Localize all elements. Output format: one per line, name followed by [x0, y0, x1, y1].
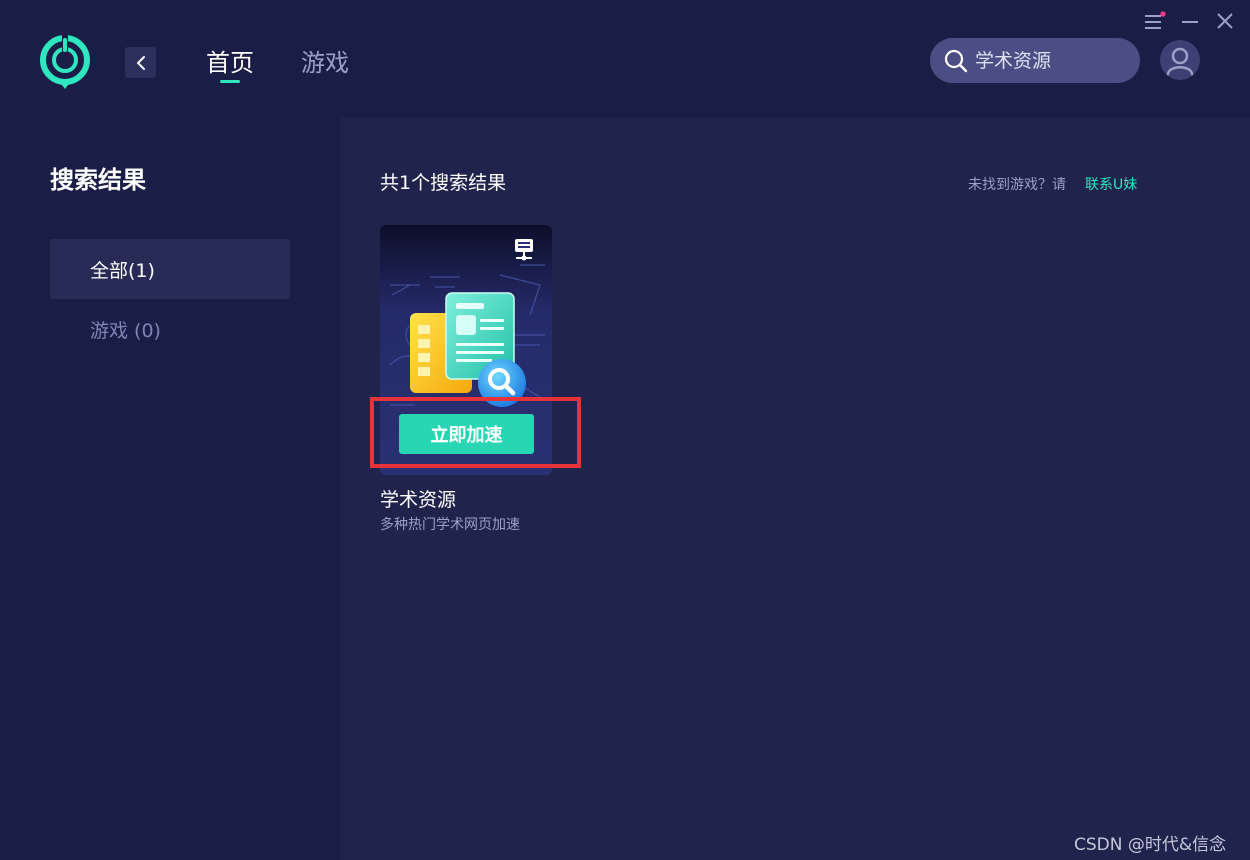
contact-link[interactable]: 联系U妹 — [1085, 174, 1137, 194]
app-header: 首页 游戏 — [0, 0, 1250, 118]
back-chevron-icon — [136, 55, 145, 70]
search-icon — [944, 49, 968, 72]
search-bar[interactable] — [930, 38, 1140, 83]
tab-games[interactable]: 游戏 — [301, 47, 349, 79]
sidebar-title: 搜索结果 — [50, 166, 146, 194]
sidebar-item-label: 全部(1) — [90, 259, 155, 282]
watermark: CSDN @时代&信念 — [1074, 835, 1227, 855]
pc-icon — [515, 239, 533, 261]
sidebar-item-all[interactable]: 全部(1) — [50, 239, 290, 299]
back-button[interactable] — [125, 47, 156, 78]
card-description: 多种热门学术网页加速 — [380, 517, 520, 533]
menu-icon[interactable] — [1144, 10, 1166, 32]
search-input[interactable] — [975, 49, 1125, 72]
accelerate-button[interactable]: 立即加速 — [399, 414, 534, 454]
sidebar-item-label: 游戏 (0) — [90, 319, 161, 342]
user-avatar-icon — [1166, 47, 1194, 76]
close-icon[interactable] — [1215, 10, 1235, 32]
active-tab-indicator — [220, 80, 240, 83]
tab-home[interactable]: 首页 — [206, 47, 254, 79]
main-content: 共1个搜索结果 未找到游戏？请 联系U妹 立即加速 学术资源 多种热门学术网页加… — [340, 118, 1250, 860]
user-avatar[interactable] — [1160, 40, 1200, 80]
sidebar-item-games[interactable]: 游戏 (0) — [50, 299, 290, 359]
result-count: 共1个搜索结果 — [380, 172, 507, 194]
app-logo-icon — [40, 35, 90, 89]
minimize-icon[interactable] — [1180, 10, 1200, 32]
sidebar: 搜索结果 全部(1) 游戏 (0) — [0, 118, 340, 860]
card-title[interactable]: 学术资源 — [380, 485, 456, 512]
not-found-text: 未找到游戏？请 — [968, 177, 1066, 193]
